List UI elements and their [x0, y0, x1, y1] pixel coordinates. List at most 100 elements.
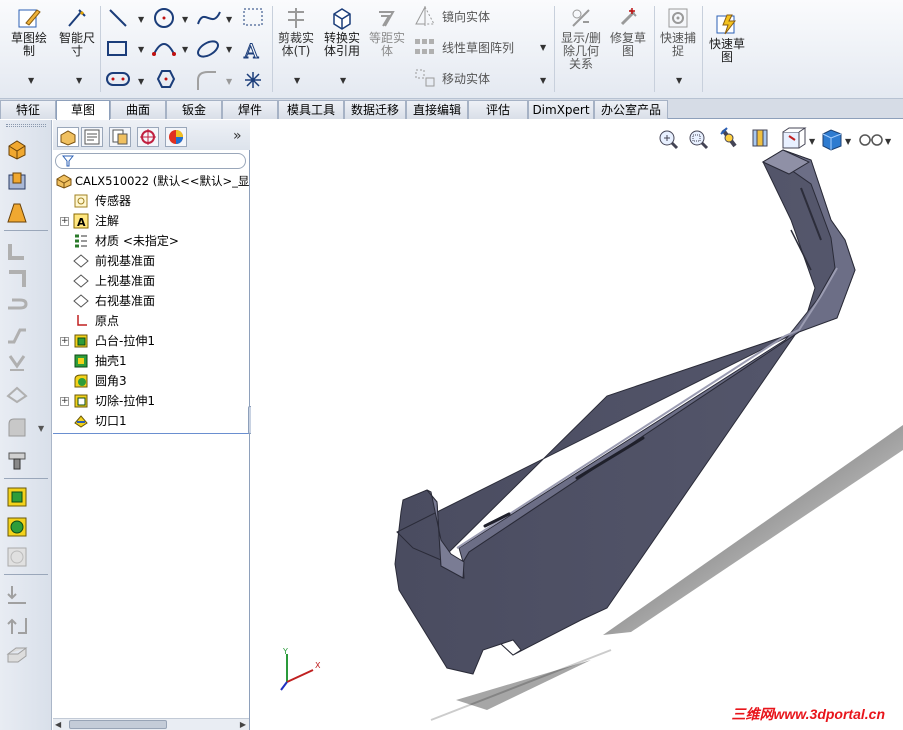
svg-text:▼: ▼: [138, 45, 145, 54]
toolbar-grip[interactable]: [6, 124, 46, 127]
lofted-bend-icon[interactable]: [6, 382, 28, 404]
feature-filter-input[interactable]: [55, 153, 246, 169]
rollback-bar[interactable]: [53, 433, 249, 434]
relations-label: 显示/删 除几何 关系: [560, 31, 602, 71]
quick-snap-dropdown-icon[interactable]: ▼: [676, 76, 682, 85]
tab-data-migration[interactable]: 数据迁移: [344, 100, 406, 119]
fold-icon[interactable]: [6, 416, 28, 438]
offset-icon: [379, 11, 395, 27]
tab-office-products[interactable]: 办公室产品: [594, 100, 668, 119]
hem-icon[interactable]: [6, 296, 28, 318]
panel-more-button[interactable]: »: [233, 128, 242, 144]
smart-dimension-icon: [68, 9, 86, 27]
tab-weldments[interactable]: 焊件: [222, 100, 278, 119]
base-flange-icon[interactable]: [6, 240, 28, 262]
rectangle-icon: [107, 41, 127, 56]
bracket-body: [394, 149, 856, 675]
scroll-left-arrow-icon[interactable]: ◀: [55, 720, 61, 729]
expand-toggle-icon[interactable]: +: [60, 217, 69, 226]
unfold-icon[interactable]: [6, 584, 28, 606]
forming-tool-icon[interactable]: [6, 450, 28, 472]
mirror-entities-button[interactable]: 镜向实体: [414, 6, 490, 26]
svg-text:A: A: [243, 39, 259, 63]
smart-dimension-label: 智能尺 寸: [58, 31, 95, 58]
tab-surfaces[interactable]: 曲面: [110, 100, 166, 119]
plane-icon: [73, 294, 89, 308]
linear-pattern-icon: [415, 39, 434, 54]
linear-pattern-button[interactable]: 线性草图阵列: [414, 37, 514, 57]
relations-icon: [572, 9, 590, 27]
shell-icon: [74, 354, 88, 368]
sensor-icon: [74, 194, 88, 208]
repair-sketch-button[interactable]: 修复草 图: [608, 6, 648, 58]
convert-entities-button[interactable]: 转换实 体引用: [320, 6, 364, 58]
smart-dimension-dropdown-icon[interactable]: ▼: [76, 76, 82, 85]
point-icon: [245, 72, 261, 88]
sketch-draw-button[interactable]: 草图绘 制: [6, 6, 52, 58]
scroll-thumb[interactable]: [69, 720, 167, 729]
convert-dropdown-icon[interactable]: ▼: [340, 76, 346, 85]
tab-sketch[interactable]: 草图: [56, 100, 110, 120]
rapid-sketch-icon: [716, 14, 737, 35]
sketched-bend-icon[interactable]: [6, 352, 28, 374]
rapid-sketch-label: 快速草 图: [708, 37, 745, 64]
horizontal-scrollbar[interactable]: ◀ ▶: [53, 718, 249, 730]
move-entities-button[interactable]: 移动实体: [414, 68, 490, 88]
reference-icon[interactable]: [6, 546, 28, 568]
text-icon: A: [243, 39, 260, 64]
quick-snap-icon: [668, 8, 688, 28]
miter-flange-icon[interactable]: [6, 268, 28, 290]
trim-dropdown-icon[interactable]: ▼: [294, 76, 300, 85]
smart-dimension-button[interactable]: 智能尺 寸: [54, 6, 100, 58]
trim-entities-button[interactable]: 剪裁实 体(T): [276, 6, 316, 58]
rapid-sketch-button[interactable]: 快速草 图: [706, 12, 748, 64]
tab-evaluate[interactable]: 评估: [468, 100, 528, 119]
tab-mold-tools[interactable]: 模具工具: [278, 100, 344, 119]
part-name-label: CALX510022 (默认<<默认>_显: [75, 174, 250, 188]
tab-feature-tree[interactable]: [57, 127, 79, 147]
tab-dimxpert[interactable]: DimXpert: [528, 100, 594, 119]
display-delete-relations-button[interactable]: 显示/删 除几何 关系: [558, 6, 604, 71]
fold-dropdown-icon[interactable]: ▼: [38, 424, 44, 433]
expand-toggle-icon[interactable]: +: [60, 397, 69, 406]
pattern-dropdown-icon[interactable]: ▼: [540, 43, 546, 52]
tab-direct-editing[interactable]: 直接编辑: [406, 100, 468, 119]
scroll-right-arrow-icon[interactable]: ▶: [240, 720, 246, 729]
move-dropdown-icon[interactable]: ▼: [540, 76, 546, 85]
tab-dimxpert-manager[interactable]: [137, 127, 159, 147]
tab-sheet-metal[interactable]: 钣金: [166, 100, 222, 119]
plane-icon: [73, 274, 89, 288]
fillet-feature-icon[interactable]: [6, 516, 28, 538]
part-model-view[interactable]: [251, 120, 903, 730]
offset-entities-button[interactable]: 等距实 体: [368, 6, 406, 58]
fold-up-icon[interactable]: [6, 614, 28, 636]
expand-toggle-icon[interactable]: +: [60, 337, 69, 346]
mirror-label: 镜向实体: [442, 9, 491, 24]
flatten-icon[interactable]: [6, 644, 28, 666]
svg-text:▼: ▼: [226, 15, 233, 24]
boss-base-icon[interactable]: [6, 486, 28, 508]
sketch-draw-dropdown-icon[interactable]: ▼: [28, 76, 34, 85]
revolve-icon[interactable]: [6, 202, 28, 224]
part-icon: [56, 174, 72, 189]
tab-property-manager[interactable]: [81, 127, 103, 147]
cut-extrude-side-icon[interactable]: [6, 170, 28, 192]
tab-features[interactable]: 特征: [0, 100, 56, 119]
sketch-pattern-icon: [243, 8, 263, 26]
jog-icon[interactable]: [6, 324, 28, 346]
graphics-area[interactable]: ▼ ▼ ▼ Y X 三维网www.3dportal.cn: [251, 120, 903, 730]
left-toolbar: ▼: [0, 120, 52, 730]
tree-item-label: 圆角3: [95, 374, 127, 388]
sketch-draw-label: 草图绘 制: [10, 31, 47, 58]
mirror-icon: [415, 6, 435, 26]
triad-x-label: X: [315, 661, 321, 670]
trim-label: 剪裁实 体(T): [277, 31, 314, 58]
sketch-pencil-icon: [18, 9, 41, 28]
extrude-icon[interactable]: [6, 138, 28, 160]
quick-snaps-button[interactable]: 快速捕 捉: [658, 6, 698, 58]
tab-display-manager[interactable]: [165, 127, 187, 147]
tree-item-label: 传感器: [95, 194, 132, 208]
tab-configuration-manager[interactable]: [109, 127, 131, 147]
circle-icon: [154, 8, 174, 28]
svg-text:A: A: [77, 216, 86, 229]
